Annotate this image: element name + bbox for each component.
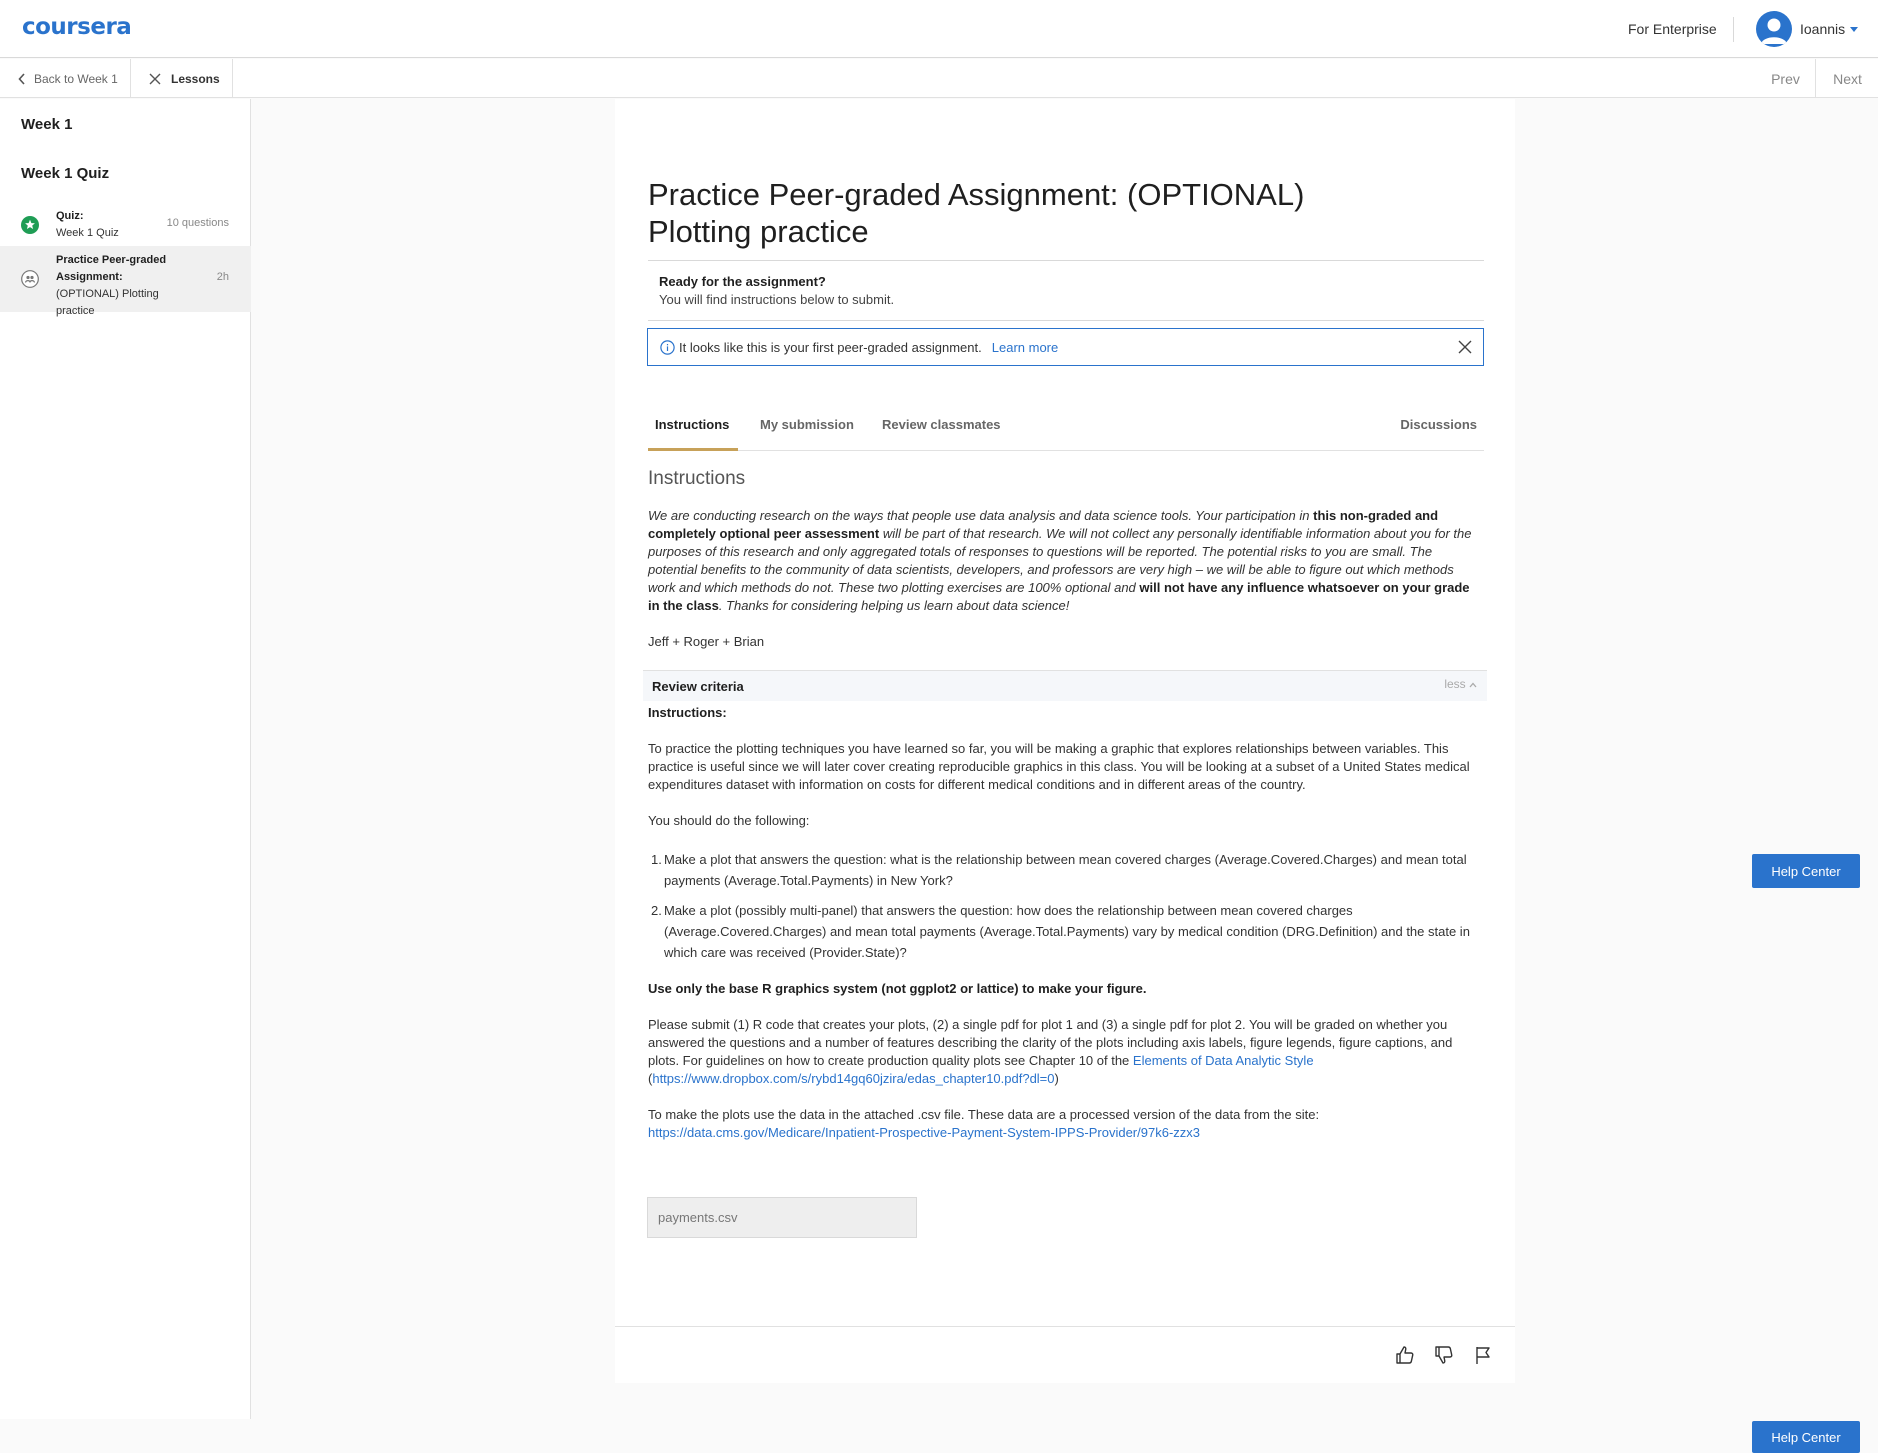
- sidebar-item-week-1-quiz[interactable]: Quiz: Week 1 Quiz 10 questions: [0, 205, 251, 245]
- for-enterprise-link[interactable]: For Enterprise: [1628, 21, 1717, 37]
- learn-more-link[interactable]: Learn more: [992, 340, 1058, 355]
- user-name[interactable]: Ioannis: [1800, 21, 1845, 37]
- instructions-paragraph: To practice the plotting techniques you …: [648, 741, 1470, 792]
- flag-icon[interactable]: [1473, 1344, 1495, 1366]
- sidebar-item-meta: 2h: [216, 271, 229, 283]
- ready-title: Ready for the assignment?: [659, 274, 826, 289]
- feedback-bar: [615, 1326, 1515, 1383]
- sidebar-week-title[interactable]: Week 1: [21, 116, 72, 133]
- ready-subtitle: You will find instructions below to subm…: [659, 292, 895, 307]
- review-criteria-title: Review criteria: [652, 679, 744, 694]
- close-icon: [149, 73, 161, 84]
- instructions-heading: Instructions: [648, 468, 746, 489]
- cms-data-link[interactable]: https://data.cms.gov/Medicare/Inpatient-…: [648, 1125, 1200, 1140]
- header-divider: [1733, 17, 1734, 42]
- help-center-button-bottom[interactable]: Help Center: [1752, 1421, 1860, 1453]
- lessons-label: Lessons: [171, 71, 220, 86]
- tab-my-submission[interactable]: My submission: [760, 417, 854, 432]
- chevron-left-icon: [18, 72, 25, 85]
- thumbs-down-icon[interactable]: [1433, 1344, 1455, 1366]
- tab-review-classmates[interactable]: Review classmates: [882, 417, 1001, 432]
- page-title: Practice Peer-graded Assignment: (OPTION…: [648, 177, 1305, 249]
- lesson-nav-bar: Back to Week 1 Lessons Prev Next: [0, 59, 1878, 98]
- elements-of-data-analytic-style-link[interactable]: Elements of Data Analytic Style: [1133, 1053, 1314, 1068]
- list-number: 1.: [651, 852, 662, 867]
- lessons-sidebar: Week 1 Week 1 Quiz Quiz: Week 1 Quiz 10 …: [0, 99, 251, 1419]
- instructions-paragraph: You should do the following:: [648, 813, 810, 828]
- thumbs-up-icon[interactable]: [1394, 1344, 1416, 1366]
- list-number: 2.: [651, 903, 662, 918]
- data-source-paragraph: To make the plots use the data in the at…: [648, 1106, 1484, 1142]
- intro-text: We are conducting research on the ways t…: [648, 508, 1314, 523]
- next-button[interactable]: Next: [1817, 59, 1878, 98]
- help-center-button[interactable]: Help Center: [1752, 854, 1860, 888]
- attachment-payments-csv[interactable]: payments.csv: [647, 1197, 917, 1238]
- sidebar-item-label: Week 1 Quiz: [56, 227, 119, 239]
- first-assignment-notice: It looks like this is your first peer-gr…: [647, 328, 1484, 366]
- submission-paragraph: Please submit (1) R code that creates yo…: [648, 1016, 1484, 1088]
- user-menu-caret-icon[interactable]: [1850, 27, 1858, 32]
- sidebar-item-plotting-practice[interactable]: Practice Peer-graded Assignment: (OPTION…: [0, 246, 251, 317]
- data-source-text: To make the plots use the data in the at…: [648, 1107, 1320, 1122]
- sidebar-section-title: Week 1 Quiz: [21, 165, 110, 182]
- research-intro: We are conducting research on the ways t…: [648, 507, 1484, 615]
- dropbox-link[interactable]: https://www.dropbox.com/s/rybd14gq60jzir…: [652, 1071, 1054, 1086]
- review-criteria-header[interactable]: Review criteria less: [643, 670, 1487, 701]
- prev-button[interactable]: Prev: [1756, 59, 1816, 98]
- peer-review-icon: [21, 270, 39, 288]
- info-icon: [660, 339, 675, 355]
- sidebar-item-type: Quiz:: [56, 210, 84, 222]
- list-text: Make a plot that answers the question: w…: [664, 852, 1467, 888]
- intro-text: . Thanks for considering helping us lear…: [718, 598, 1070, 613]
- submission-text: Please submit (1) R code that creates yo…: [648, 1017, 1453, 1068]
- active-tab-indicator: [648, 448, 738, 451]
- top-header: coursera For Enterprise Ioannis: [0, 0, 1878, 58]
- close-icon[interactable]: [1457, 339, 1473, 355]
- back-to-week-label: Back to Week 1: [34, 71, 118, 86]
- graphics-warning: Use only the base R graphics system (not…: [648, 981, 1147, 996]
- sidebar-item-meta: 10 questions: [166, 217, 229, 229]
- assignment-tabs: Instructions My submission Review classm…: [648, 405, 1484, 451]
- lessons-toggle-button[interactable]: Lessons: [131, 59, 233, 98]
- sidebar-item-label: (OPTIONAL) Plotting practice: [56, 288, 159, 317]
- chevron-up-icon: [1469, 682, 1477, 688]
- coursera-logo[interactable]: coursera: [22, 14, 132, 40]
- notice-text: It looks like this is your first peer-gr…: [679, 339, 982, 355]
- instructions-label: Instructions:: [648, 705, 727, 720]
- completed-star-icon: [21, 216, 39, 234]
- paren-close: ): [1054, 1071, 1059, 1086]
- sidebar-item-type: Practice Peer-graded Assignment:: [56, 254, 167, 283]
- back-to-week-button[interactable]: Back to Week 1: [0, 59, 131, 98]
- tab-instructions[interactable]: Instructions: [655, 417, 729, 432]
- collapse-label: less: [1444, 677, 1466, 691]
- tab-discussions[interactable]: Discussions: [1400, 417, 1477, 432]
- collapse-toggle[interactable]: less: [1444, 677, 1477, 691]
- user-avatar-icon[interactable]: [1756, 11, 1792, 47]
- divider: [648, 320, 1484, 321]
- list-text: Make a plot (possibly multi-panel) that …: [664, 903, 1470, 960]
- divider: [648, 260, 1484, 261]
- signature: Jeff + Roger + Brian: [648, 634, 765, 649]
